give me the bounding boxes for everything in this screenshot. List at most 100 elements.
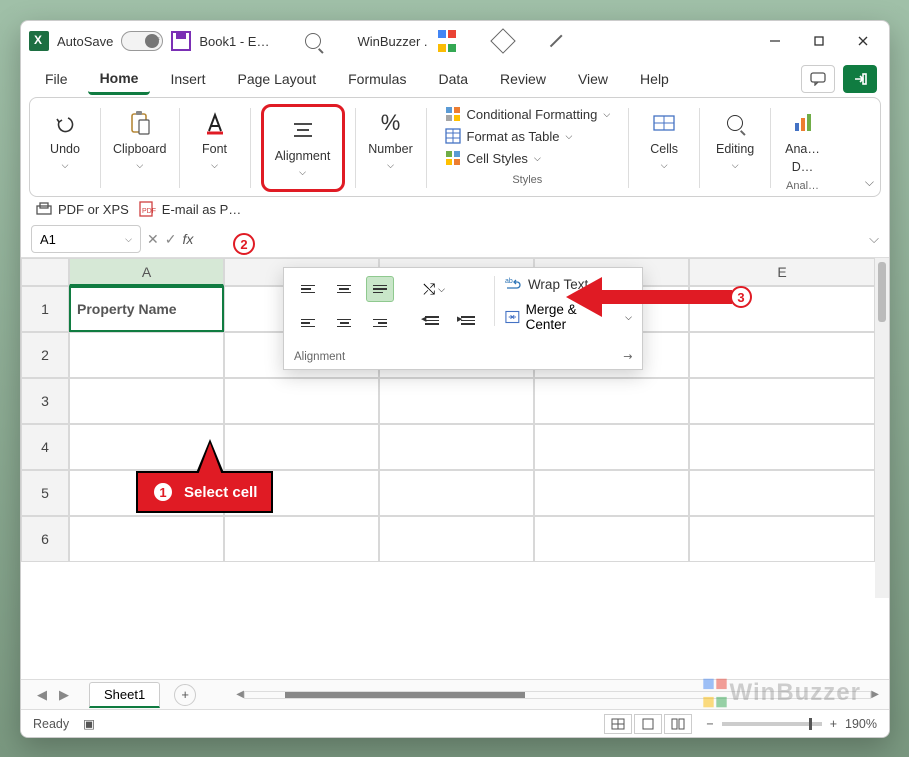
select-all-corner[interactable] <box>21 258 69 286</box>
maximize-button[interactable] <box>801 23 837 59</box>
cell-styles-button[interactable]: Cell Styles⌵ <box>445 150 611 166</box>
sheet-tab-1[interactable]: Sheet1 <box>89 682 160 708</box>
share-button[interactable] <box>843 65 877 93</box>
alignment-highlighted: Alignment⌵ <box>261 104 345 192</box>
watermark: WinBuzzer <box>704 679 861 707</box>
orientation-button[interactable]: ⤭⌵ <box>420 276 448 302</box>
menu-page-layout[interactable]: Page Layout <box>225 65 328 93</box>
undo-button[interactable]: Undo⌵ <box>40 104 90 192</box>
fx-icon[interactable]: fx <box>182 231 193 247</box>
cond-fmt-label: Conditional Formatting <box>467 107 598 122</box>
cell-ref: A1 <box>40 232 56 247</box>
vertical-scrollbar[interactable] <box>875 258 889 598</box>
zoom-out-button[interactable]: − <box>706 717 713 731</box>
close-button[interactable] <box>845 23 881 59</box>
macro-record-icon[interactable]: ▣ <box>83 716 95 731</box>
align-center-button[interactable] <box>330 310 358 336</box>
alignment-label: Alignment <box>275 149 331 163</box>
cell-a2[interactable] <box>69 332 224 378</box>
enter-formula-icon[interactable]: ✓ <box>165 231 177 248</box>
autosave-toggle[interactable]: Off <box>121 31 163 51</box>
decrease-indent-button[interactable] <box>420 310 448 336</box>
ribbon: Undo⌵ Clipboard⌵ Font⌵ Alignment⌵ % Numb… <box>29 97 881 197</box>
ribbon-collapse-button[interactable]: ⌵ <box>865 175 874 190</box>
cells-label: Cells <box>650 142 678 156</box>
menu-data[interactable]: Data <box>426 65 480 93</box>
page-break-view-button[interactable] <box>664 714 692 734</box>
increase-indent-button[interactable] <box>456 310 484 336</box>
search-icon[interactable] <box>305 33 321 49</box>
col-header-a[interactable]: A <box>69 258 224 286</box>
menubar: File Home Insert Page Layout Formulas Da… <box>21 61 889 97</box>
email-button[interactable]: PDF E-mail as P… <box>139 201 241 217</box>
analyze-group-label: Anal… <box>786 180 819 192</box>
tab-nav-next[interactable]: ▶ <box>53 687 75 703</box>
conditional-formatting-button[interactable]: Conditional Formatting⌵ <box>445 106 611 122</box>
view-buttons <box>604 714 692 734</box>
svg-text:PDF: PDF <box>142 208 156 215</box>
row-header-2[interactable]: 2 <box>21 332 69 378</box>
clipboard-button[interactable]: Clipboard⌵ <box>111 104 169 192</box>
styles-group: Conditional Formatting⌵ Format as Table⌵… <box>437 104 619 192</box>
row-header-6[interactable]: 6 <box>21 516 69 562</box>
email-label: E-mail as P… <box>162 202 241 217</box>
autosave-state: Off <box>148 36 160 46</box>
menu-formulas[interactable]: Formulas <box>336 65 418 93</box>
analyze-group[interactable]: Ana… D… Anal… <box>781 104 824 192</box>
font-button[interactable]: Font⌵ <box>190 104 240 192</box>
row-header-4[interactable]: 4 <box>21 424 69 470</box>
status-ready: Ready <box>33 717 69 731</box>
cells-button[interactable]: Cells⌵ <box>639 104 689 192</box>
titlebar: AutoSave Off Book1 - E… WinBuzzer . <box>21 21 889 61</box>
menu-file[interactable]: File <box>33 65 80 93</box>
align-left-button[interactable] <box>294 310 322 336</box>
row-header-1[interactable]: 1 <box>21 286 69 332</box>
align-middle-button[interactable] <box>330 276 358 302</box>
align-right-button[interactable] <box>366 310 394 336</box>
comments-button[interactable] <box>801 65 835 93</box>
align-bottom-button[interactable] <box>366 276 394 302</box>
dialog-launcher-icon[interactable]: ↘ <box>620 349 636 365</box>
svg-text:ab: ab <box>505 278 513 285</box>
menu-help[interactable]: Help <box>628 65 681 93</box>
annotation-badge-3: 3 <box>730 286 752 308</box>
zoom-in-button[interactable]: + <box>830 717 837 731</box>
minimize-button[interactable] <box>757 23 793 59</box>
excel-window: AutoSave Off Book1 - E… WinBuzzer . File… <box>20 20 890 738</box>
row-header-3[interactable]: 3 <box>21 378 69 424</box>
name-box[interactable]: A1⌵ <box>31 225 141 253</box>
analyze-label-1: Ana… <box>785 142 820 156</box>
popup-group-label: Alignment <box>294 351 345 363</box>
zoom-slider[interactable] <box>722 722 822 726</box>
undo-label: Undo <box>50 142 80 156</box>
wand-icon[interactable] <box>548 32 566 50</box>
cell-a1[interactable]: Property Name <box>69 286 224 332</box>
cell-a1-value: Property Name <box>77 301 177 317</box>
menu-review[interactable]: Review <box>488 65 558 93</box>
number-button[interactable]: % Number⌵ <box>366 104 416 192</box>
fmt-table-label: Format as Table <box>467 129 560 144</box>
alignment-button[interactable]: Alignment⌵ <box>264 107 342 186</box>
callout-text: Select cell <box>184 484 257 501</box>
cancel-formula-icon[interactable]: ✕ <box>147 231 159 248</box>
zoom-control[interactable]: − + 190% <box>706 717 877 731</box>
menu-insert[interactable]: Insert <box>158 65 217 93</box>
diamond-icon[interactable] <box>490 28 515 53</box>
normal-view-button[interactable] <box>604 714 632 734</box>
row-header-5[interactable]: 5 <box>21 470 69 516</box>
menu-view[interactable]: View <box>566 65 620 93</box>
tab-nav-prev[interactable]: ◀ <box>31 687 53 703</box>
align-top-button[interactable] <box>294 276 322 302</box>
page-layout-view-button[interactable] <box>634 714 662 734</box>
pdf-xps-button[interactable]: PDF or XPS <box>35 201 129 217</box>
cell-a3[interactable] <box>69 378 224 424</box>
autosave-label: AutoSave <box>57 34 113 49</box>
editing-button[interactable]: Editing⌵ <box>710 104 760 192</box>
formula-bar-expand[interactable]: ⌵ <box>869 231 879 247</box>
menu-home[interactable]: Home <box>88 64 151 95</box>
cell-a6[interactable] <box>69 516 224 562</box>
add-sheet-button[interactable]: + <box>174 684 196 706</box>
format-as-table-button[interactable]: Format as Table⌵ <box>445 128 611 144</box>
save-icon[interactable] <box>171 31 191 51</box>
annotation-arrow: 3 <box>566 277 752 317</box>
